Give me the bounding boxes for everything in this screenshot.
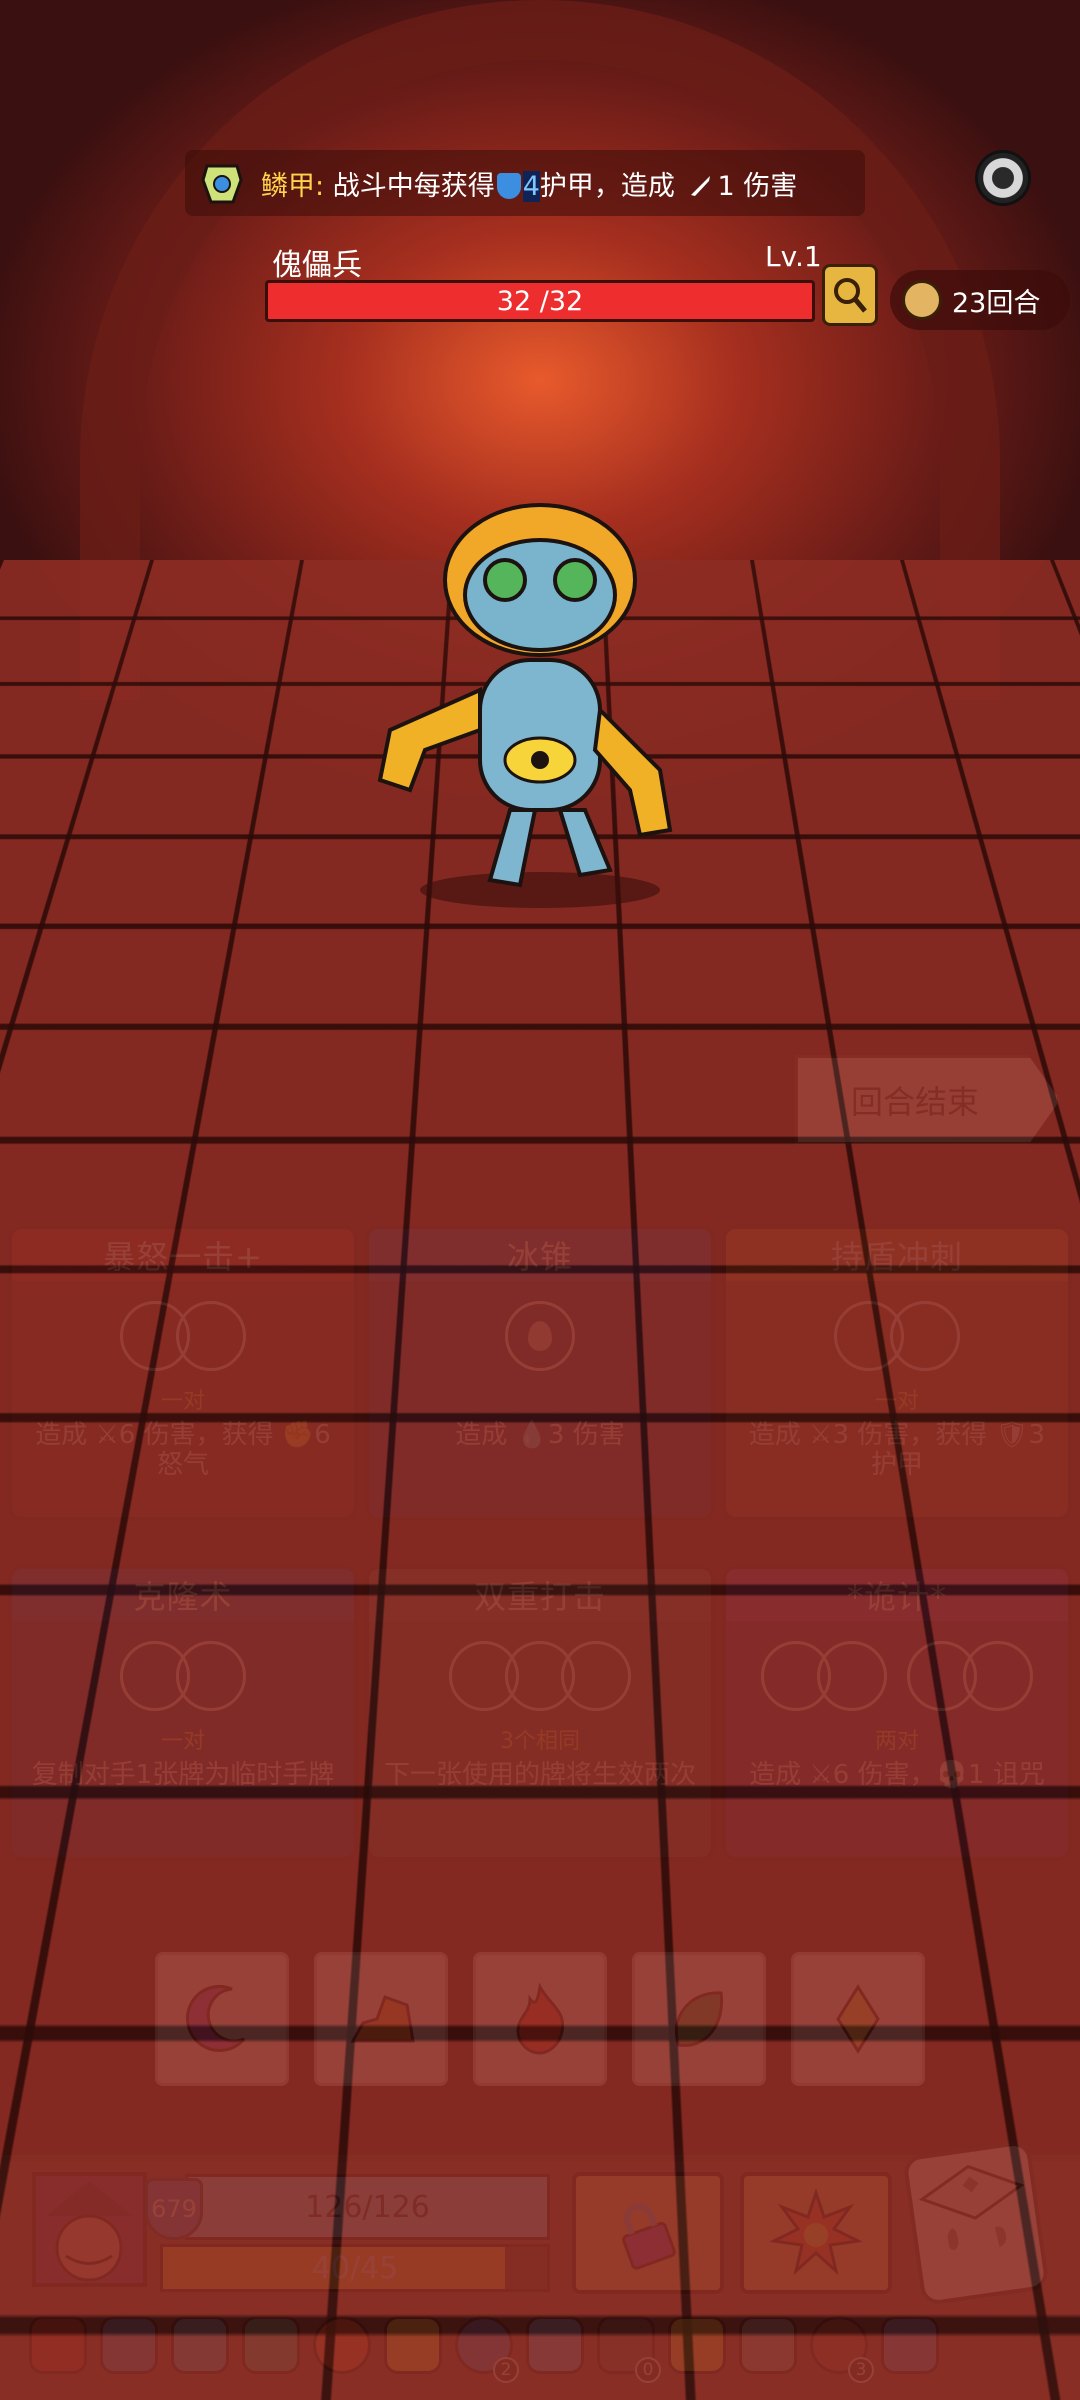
buff-text-a: 战斗中每获得 — [333, 171, 495, 202]
card-shield-charge[interactable]: 持盾冲刺 一对 造成 ⚔3 伤害，获得 🛡3 护甲 — [722, 1225, 1072, 1521]
dice-slots[interactable] — [12, 1301, 354, 1381]
card-title: 双重打击 — [369, 1569, 711, 1621]
card-trick[interactable]: *诡计* 两对 造成 ⚔6 伤害，💀1 诅咒 — [722, 1565, 1072, 1861]
relic-bar: 2 0 3 — [25, 2305, 948, 2385]
relic-feather[interactable] — [522, 2305, 588, 2385]
player-rage-bar: 40/45 — [160, 2244, 550, 2292]
rage-text: 40/45 — [163, 2247, 547, 2289]
sword-icon — [687, 173, 713, 199]
buff-armor-amount: 4 — [523, 171, 540, 202]
card-title: 暴怒一击+ — [12, 1229, 354, 1281]
end-turn-button[interactable]: 回合结束 — [795, 1055, 1060, 1145]
relic-dark-mask[interactable]: 0 — [593, 2305, 659, 2385]
diamond-icon — [818, 1979, 898, 2059]
buff-text-b: 护甲，造成 — [540, 171, 675, 202]
card-requirement: 一对 — [726, 1383, 1068, 1413]
dice-icon — [907, 2144, 1046, 2301]
explosion-icon — [766, 2183, 866, 2283]
die-moon[interactable] — [155, 1952, 289, 2086]
fire-icon — [500, 1979, 580, 2059]
shield-icon — [497, 173, 521, 199]
round-counter: 23回合 — [890, 270, 1070, 330]
scroll-icon — [902, 280, 942, 320]
dice-hand — [155, 1952, 950, 2086]
enemy-level: Lv.1 — [765, 240, 822, 273]
relic-gray-beast[interactable] — [735, 2305, 801, 2385]
dice-slots[interactable] — [726, 1301, 1068, 1381]
buff-text-c: 伤害 — [743, 171, 797, 202]
enemy-hp-bar: 32 /32 — [265, 280, 815, 322]
die-fire[interactable] — [473, 1952, 607, 2086]
relic-crown[interactable] — [380, 2305, 446, 2385]
card-title: *诡计* — [726, 1569, 1068, 1621]
card-ice-spike[interactable]: 冰锥 造成 💧3 伤害 — [365, 1225, 715, 1521]
dice-slots[interactable] — [369, 1301, 711, 1381]
card-requirement: 两对 — [726, 1723, 1068, 1753]
card-description: 下一张使用的牌将生效两次 — [369, 1753, 711, 1799]
rock-icon — [341, 1979, 421, 2059]
card-requirement: 一对 — [12, 1723, 354, 1753]
card-title: 持盾冲刺 — [726, 1229, 1068, 1281]
reroll-dice-button[interactable] — [902, 2140, 1050, 2306]
player-armor-badge: 679 — [145, 2178, 203, 2240]
buff-damage-amount: 1 — [717, 171, 734, 202]
relic-count: 2 — [493, 2357, 519, 2383]
relic-cheese[interactable] — [664, 2305, 730, 2385]
buff-colon: : — [315, 171, 324, 202]
enemy-info-magnifier-icon[interactable] — [822, 264, 878, 326]
scale-armor-icon — [197, 158, 247, 208]
lock-skill-button[interactable] — [572, 2172, 724, 2294]
relic-green-mask[interactable] — [238, 2305, 304, 2385]
lock-icon — [598, 2183, 698, 2283]
player-portrait-avatar[interactable] — [32, 2172, 147, 2287]
card-title: 克隆术 — [12, 1569, 354, 1621]
buff-name: 鳞甲 — [261, 171, 315, 202]
round-counter-text: 23回合 — [952, 281, 1040, 320]
dice-slots[interactable] — [369, 1641, 711, 1721]
die-leaf[interactable] — [632, 1952, 766, 2086]
player-hp-bar: 126/126 — [185, 2174, 550, 2240]
relic-blue-rune[interactable]: 2 — [451, 2305, 517, 2385]
relic-count: 0 — [635, 2357, 661, 2383]
settings-gear-icon[interactable] — [975, 150, 1031, 206]
burst-skill-button[interactable] — [740, 2172, 892, 2294]
card-title: 冰锥 — [369, 1229, 711, 1281]
card-description: 造成 ⚔6 伤害，💀1 诅咒 — [726, 1753, 1068, 1799]
card-description: 造成 ⚔6 伤害，获得 ✊6 怒气 — [12, 1413, 354, 1489]
relic-coin[interactable]: 3 — [806, 2305, 872, 2385]
relic-blue-beast[interactable] — [96, 2305, 162, 2385]
dice-slots[interactable] — [726, 1641, 1068, 1721]
relic-meat[interactable] — [309, 2305, 375, 2385]
leaf-icon — [659, 1979, 739, 2059]
card-description: 造成 💧3 伤害 — [369, 1413, 711, 1459]
card-double-strike[interactable]: 双重打击 3个相同 下一张使用的牌将生效两次 — [365, 1565, 715, 1861]
card-rage-strike[interactable]: 暴怒一击+ 一对 造成 ⚔6 伤害，获得 ✊6 怒气 — [8, 1225, 358, 1521]
relic-count: 3 — [848, 2357, 874, 2383]
moon-icon — [182, 1979, 262, 2059]
dice-slots[interactable] — [12, 1641, 354, 1721]
relic-helmet[interactable] — [25, 2305, 91, 2385]
relic-blade[interactable] — [877, 2305, 943, 2385]
card-clone[interactable]: 克隆术 一对 复制对手1张牌为临时手牌 — [8, 1565, 358, 1861]
enemy-name: 傀儡兵 — [272, 240, 362, 284]
die-diamond[interactable] — [791, 1952, 925, 2086]
card-requirement: 3个相同 — [369, 1723, 711, 1753]
die-rock[interactable] — [314, 1952, 448, 2086]
water-drop-icon — [505, 1301, 575, 1371]
card-requirement: 一对 — [12, 1383, 354, 1413]
card-description: 造成 ⚔3 伤害，获得 🛡3 护甲 — [726, 1413, 1068, 1489]
card-description: 复制对手1张牌为临时手牌 — [12, 1753, 354, 1799]
card-requirement — [369, 1383, 711, 1413]
relic-shield-beast[interactable] — [167, 2305, 233, 2385]
pumpkin-golem-enemy[interactable] — [350, 490, 730, 910]
relic-buff-banner: 鳞甲: 战斗中每获得 4护甲，造成 1 伤害 — [185, 150, 865, 216]
